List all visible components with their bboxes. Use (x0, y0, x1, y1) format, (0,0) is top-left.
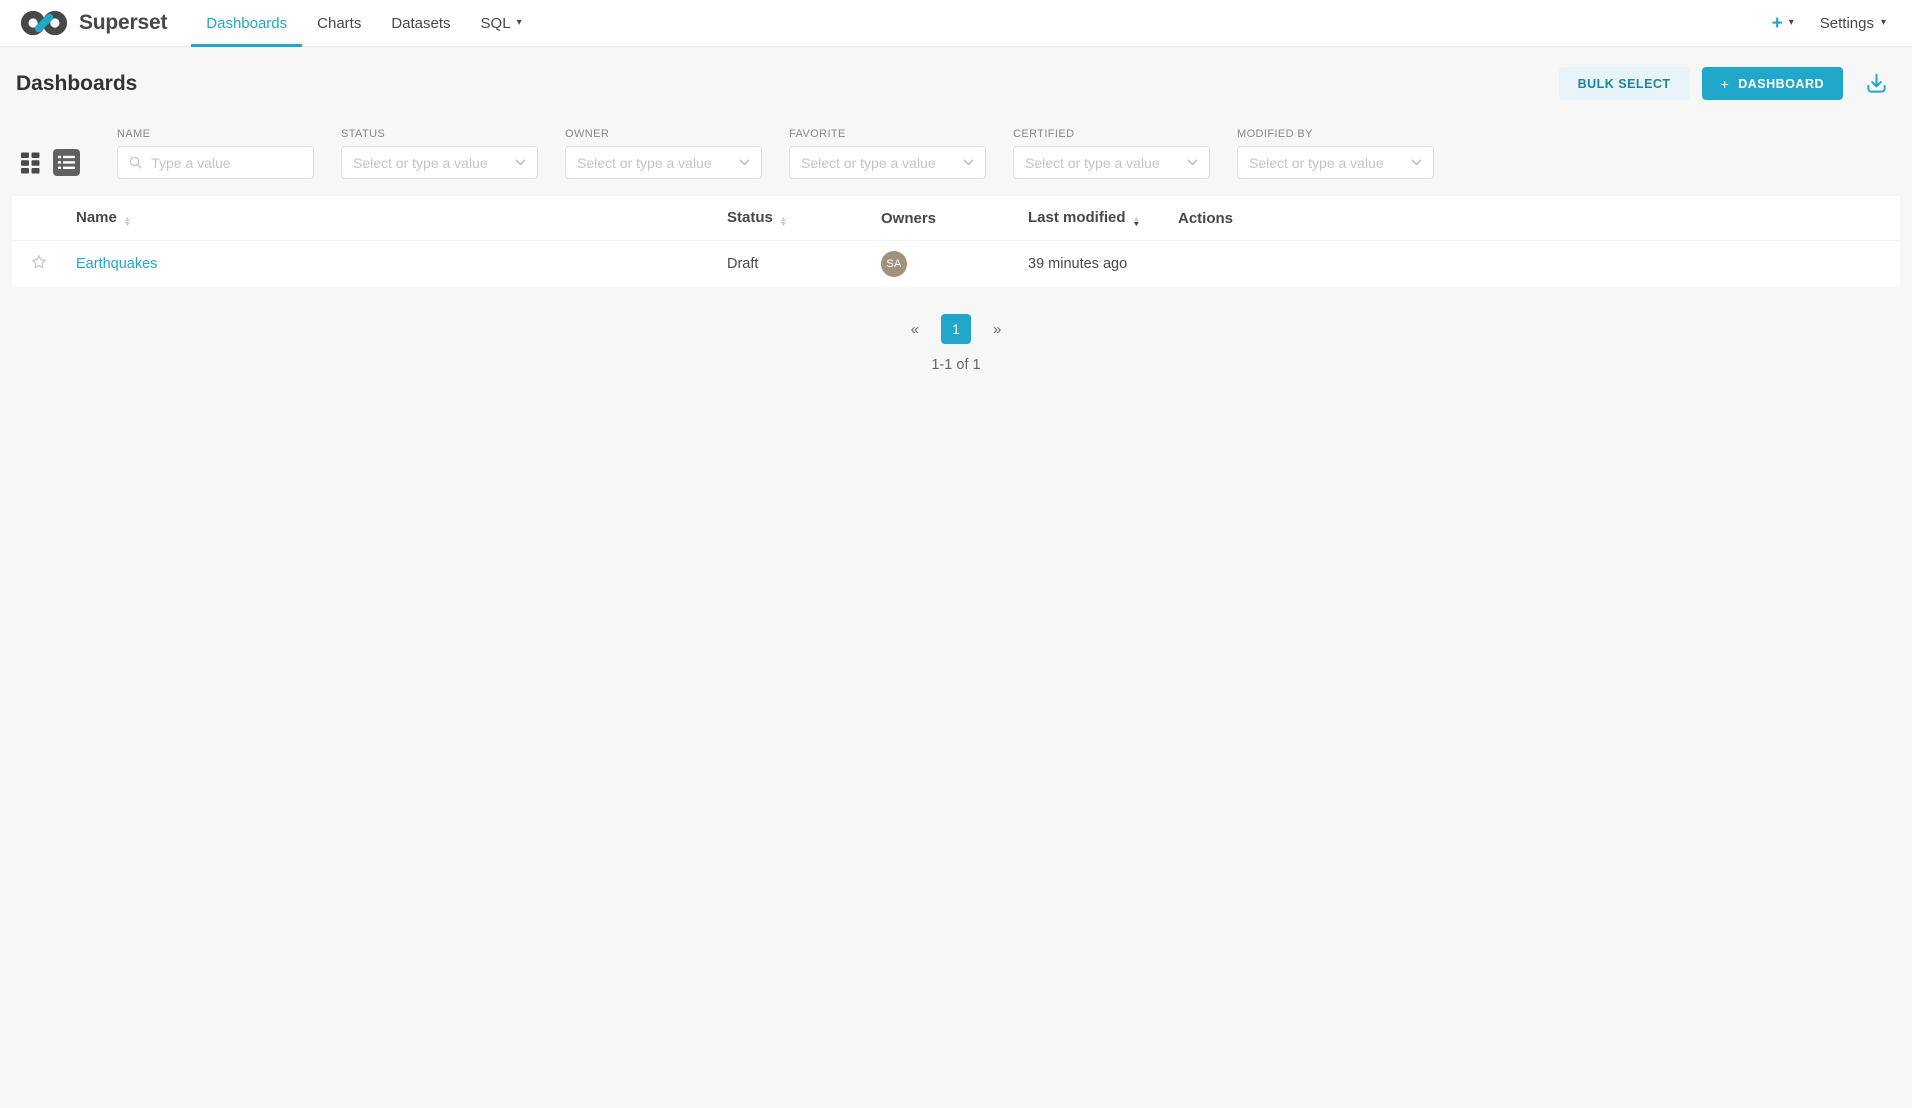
filter-status: STATUS Select or type a value (341, 128, 538, 179)
page-header: Dashboards BULK SELECT + DASHBOARD (0, 47, 1912, 100)
select-placeholder: Select or type a value (353, 155, 508, 171)
nav-tab-label: Dashboards (206, 15, 287, 32)
settings-menu-button[interactable]: Settings ▾ (1820, 15, 1886, 32)
settings-label: Settings (1820, 15, 1874, 32)
header-actions: BULK SELECT + DASHBOARD (1559, 67, 1888, 100)
main-nav: Dashboards Charts Datasets SQL ▾ (191, 0, 536, 46)
select-placeholder: Select or type a value (1249, 155, 1404, 171)
filter-fields: NAME STATUS Select or type a value (117, 128, 1434, 179)
card-view-toggle[interactable] (21, 152, 40, 174)
filter-bar: NAME STATUS Select or type a value (0, 100, 1912, 179)
filter-label: OWNER (565, 128, 762, 140)
row-count-summary: 1-1 of 1 (0, 357, 1912, 373)
dashboard-link[interactable]: Earthquakes (76, 256, 157, 272)
owner-filter-select[interactable]: Select or type a value (565, 146, 762, 179)
filter-favorite: FAVORITE Select or type a value (789, 128, 986, 179)
view-mode-toggles (21, 149, 80, 176)
chevron-down-icon (963, 159, 974, 166)
caret-down-icon: ▾ (1789, 18, 1794, 28)
nav-tab-datasets[interactable]: Datasets (376, 0, 465, 46)
prev-page-button[interactable]: « (911, 321, 919, 338)
new-dashboard-label: DASHBOARD (1738, 77, 1824, 91)
search-icon (129, 155, 142, 170)
column-header-status[interactable]: Status▲▼ (715, 196, 869, 241)
select-placeholder: Select or type a value (1025, 155, 1180, 171)
dashboards-page: Dashboards BULK SELECT + DASHBOARD (0, 47, 1912, 373)
column-header-last-modified[interactable]: Last modified▲▼ (1016, 196, 1166, 241)
select-placeholder: Select or type a value (577, 155, 732, 171)
name-search-field (117, 146, 314, 179)
favorite-column-header (12, 196, 64, 241)
favorite-cell (12, 241, 64, 288)
new-dashboard-button[interactable]: + DASHBOARD (1702, 67, 1843, 100)
list-view-icon (58, 155, 75, 170)
plus-icon: + (1772, 14, 1783, 33)
list-view-toggle[interactable] (53, 149, 80, 176)
nav-tab-dashboards[interactable]: Dashboards (191, 0, 302, 46)
top-navbar: Superset Dashboards Charts Datasets SQL … (0, 0, 1912, 47)
star-outline-icon (30, 253, 48, 271)
dashboard-modified-cell: 39 minutes ago (1016, 241, 1166, 288)
column-header-owners: Owners (869, 196, 1016, 241)
filter-name: NAME (117, 128, 314, 179)
page-1-button[interactable]: 1 (941, 314, 971, 344)
status-filter-select[interactable]: Select or type a value (341, 146, 538, 179)
filter-label: CERTIFIED (1013, 128, 1210, 140)
bulk-select-button[interactable]: BULK SELECT (1559, 67, 1690, 100)
filter-label: NAME (117, 128, 314, 140)
chevron-down-icon (515, 159, 526, 166)
superset-infinity-icon (18, 8, 70, 38)
nav-tab-sql[interactable]: SQL ▾ (466, 0, 537, 46)
new-item-menu-button[interactable]: + ▾ (1772, 14, 1794, 33)
dashboard-status-cell: Draft (715, 241, 869, 288)
caret-down-icon: ▾ (1881, 18, 1886, 28)
modified-by-filter-select[interactable]: Select or type a value (1237, 146, 1434, 179)
sort-icon: ▲▼ (780, 217, 787, 227)
chevron-down-icon (1187, 159, 1198, 166)
dashboards-table: Name▲▼ Status▲▼ Owners Last modified▲▼ A (12, 196, 1900, 287)
sort-icon: ▲▼ (124, 217, 131, 227)
superset-logo[interactable]: Superset (18, 0, 167, 46)
favorite-star-button[interactable] (30, 253, 48, 271)
import-dashboard-button[interactable] (1865, 72, 1888, 95)
brand-name: Superset (79, 11, 167, 35)
navbar-left: Superset Dashboards Charts Datasets SQL … (18, 0, 537, 46)
plus-icon: + (1721, 76, 1730, 92)
table-header-row: Name▲▼ Status▲▼ Owners Last modified▲▼ A (12, 196, 1900, 241)
pagination: « 1 » (0, 314, 1912, 344)
select-placeholder: Select or type a value (801, 155, 956, 171)
chevron-down-icon (1411, 159, 1422, 166)
next-page-button[interactable]: » (993, 321, 1001, 338)
dashboard-actions-cell (1166, 241, 1900, 288)
filter-label: FAVORITE (789, 128, 986, 140)
nav-tab-charts[interactable]: Charts (302, 0, 376, 46)
caret-down-icon: ▾ (517, 18, 522, 28)
nav-tab-label: Datasets (391, 15, 450, 32)
dashboards-table-card: Name▲▼ Status▲▼ Owners Last modified▲▼ A (12, 196, 1900, 287)
download-icon (1865, 72, 1888, 95)
filter-label: STATUS (341, 128, 538, 140)
certified-filter-select[interactable]: Select or type a value (1013, 146, 1210, 179)
column-header-actions: Actions (1166, 196, 1900, 241)
favorite-filter-select[interactable]: Select or type a value (789, 146, 986, 179)
dashboard-row: Earthquakes Draft SA 39 minutes ago (12, 241, 1900, 288)
filter-label: MODIFIED BY (1237, 128, 1434, 140)
column-header-name[interactable]: Name▲▼ (64, 196, 715, 241)
filter-certified: CERTIFIED Select or type a value (1013, 128, 1210, 179)
filter-owner: OWNER Select or type a value (565, 128, 762, 179)
superset-app: Superset Dashboards Charts Datasets SQL … (0, 0, 1912, 373)
filter-modified-by: MODIFIED BY Select or type a value (1237, 128, 1434, 179)
dashboard-owners-cell: SA (869, 241, 1016, 288)
name-filter-input[interactable] (149, 154, 302, 172)
navbar-right: + ▾ Settings ▾ (1772, 0, 1886, 46)
page-title: Dashboards (16, 72, 137, 96)
nav-tab-label: SQL (481, 15, 511, 32)
owner-avatar: SA (881, 251, 907, 277)
sort-desc-icon: ▲▼ (1133, 217, 1140, 227)
chevron-down-icon (739, 159, 750, 166)
nav-tab-label: Charts (317, 15, 361, 32)
grid-view-icon (21, 152, 40, 174)
dashboard-name-cell: Earthquakes (64, 241, 715, 288)
